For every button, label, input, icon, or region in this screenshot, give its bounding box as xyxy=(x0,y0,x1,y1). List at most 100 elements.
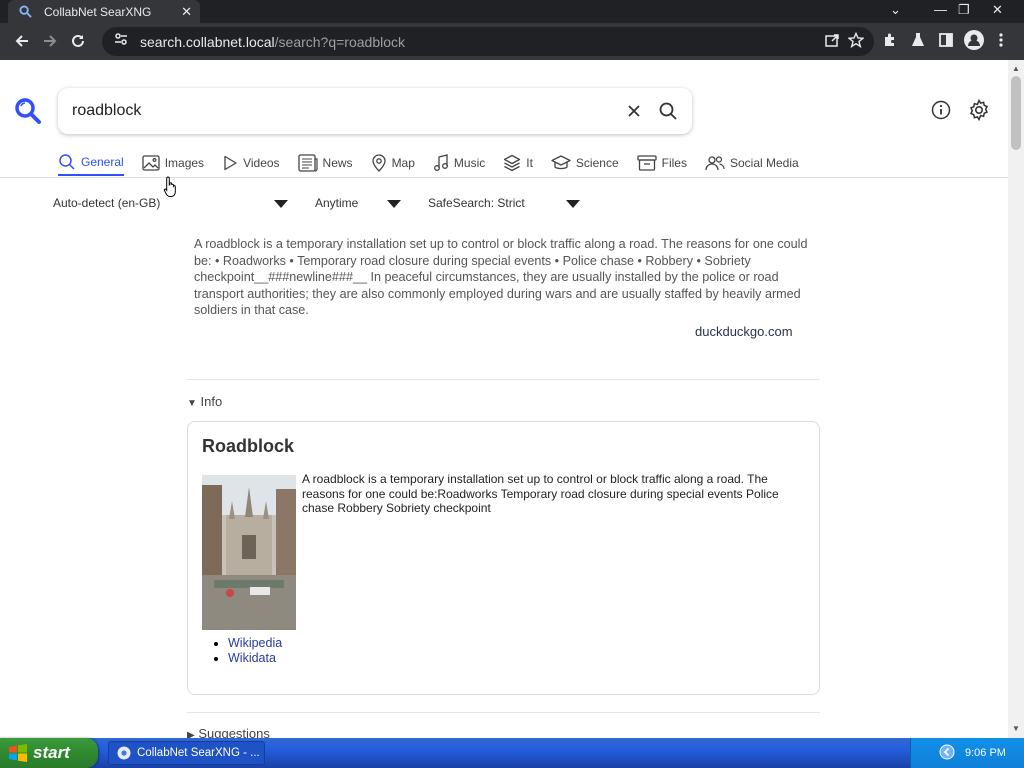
search-icon xyxy=(59,154,75,170)
side-panel-icon[interactable] xyxy=(938,32,954,53)
tab-music[interactable]: Music xyxy=(433,150,485,176)
reload-icon[interactable] xyxy=(68,31,88,51)
tab-science[interactable]: Science xyxy=(551,150,619,176)
tab-label: Videos xyxy=(243,156,280,170)
divider xyxy=(187,712,820,713)
about-info-icon[interactable] xyxy=(929,98,953,122)
infobox-title: Roadblock xyxy=(202,436,295,456)
tab-label: News xyxy=(322,156,353,170)
tab-it[interactable]: It xyxy=(503,150,533,176)
tab-label: Images xyxy=(164,156,205,170)
language-select[interactable]: Auto-detect (en-GB) xyxy=(53,196,160,210)
chrome-icon xyxy=(117,746,131,760)
browser-toolbar: search.collabnet.local/search?q=roadbloc… xyxy=(0,23,1024,60)
browser-menu-icon[interactable] xyxy=(998,32,1004,53)
tab-label: Social Media xyxy=(729,156,799,170)
category-divider xyxy=(0,177,1008,178)
tab-search-chevron-icon[interactable]: ⌄ xyxy=(890,2,901,18)
tab-videos[interactable]: Videos xyxy=(222,150,280,176)
windows-logo-icon xyxy=(9,744,27,762)
suggestions-toggle[interactable]: ▶ Suggestions xyxy=(187,726,270,738)
tab-label: It xyxy=(526,156,533,170)
info-toggle[interactable]: ▼ Info xyxy=(187,394,222,409)
tab-news[interactable]: News xyxy=(297,150,353,176)
browser-tab[interactable]: CollabNet SearXNG ✕ xyxy=(8,0,200,23)
tab-label: Map xyxy=(391,156,415,170)
bookmark-star-icon[interactable] xyxy=(847,31,865,53)
wikipedia-link[interactable]: Wikipedia xyxy=(228,636,282,650)
scrollbar-thumb[interactable] xyxy=(1011,76,1021,150)
profile-avatar-icon[interactable] xyxy=(964,30,984,55)
system-tray: 9:06 PM xyxy=(910,738,1024,768)
tab-files[interactable]: Files xyxy=(636,150,687,176)
tab-title: CollabNet SearXNG xyxy=(44,4,152,19)
people-icon xyxy=(705,156,725,171)
lab-flask-icon[interactable] xyxy=(910,32,926,53)
safesearch-select[interactable]: SafeSearch: Strict xyxy=(428,196,525,210)
answer-source-link[interactable]: duckduckgo.com xyxy=(695,324,793,339)
wikidata-link[interactable]: Wikidata xyxy=(228,651,276,665)
tab-social-media[interactable]: Social Media xyxy=(705,150,799,176)
language-dropdown-arrow-icon[interactable] xyxy=(274,200,288,208)
tab-general[interactable]: General xyxy=(58,150,124,176)
graduation-cap-icon xyxy=(551,155,571,170)
browser-titlebar: CollabNet SearXNG ✕ ⌄ — ❐ ✕ xyxy=(0,0,1024,23)
page-scrollbar[interactable]: ▲ ▼ xyxy=(1008,60,1024,738)
list-item: Wikipedia xyxy=(228,636,282,651)
share-icon[interactable] xyxy=(824,32,840,53)
tab-label: Files xyxy=(661,156,687,170)
divider xyxy=(187,379,820,380)
taskbar-item-browser[interactable]: CollabNet SearXNG - ... xyxy=(108,741,265,765)
tab-images[interactable]: Images xyxy=(142,150,204,176)
tab-label: General xyxy=(81,155,124,169)
settings-gear-icon[interactable] xyxy=(967,98,991,122)
archive-icon xyxy=(636,155,657,171)
tab-close-icon[interactable]: ✕ xyxy=(181,4,192,20)
page-content: General Images Videos News Map Music It xyxy=(0,60,1008,738)
site-info-icon[interactable] xyxy=(114,32,128,51)
clear-search-icon[interactable] xyxy=(623,100,645,122)
info-toggle-label: Info xyxy=(200,394,223,409)
restore-icon[interactable]: ❐ xyxy=(958,2,970,18)
time-dropdown-arrow-icon[interactable] xyxy=(387,200,401,208)
address-bar[interactable]: search.collabnet.local/search?q=roadbloc… xyxy=(102,27,874,56)
play-icon xyxy=(224,155,237,171)
tray-arrow-icon[interactable] xyxy=(939,744,955,763)
clock: 9:06 PM xyxy=(965,747,1006,759)
searxng-favicon-icon xyxy=(18,5,32,19)
infobox-image xyxy=(202,475,296,630)
extensions-icon[interactable] xyxy=(882,32,898,53)
triangle-down-icon: ▼ xyxy=(187,398,197,409)
safesearch-dropdown-arrow-icon[interactable] xyxy=(566,200,580,208)
time-range-select[interactable]: Anytime xyxy=(315,196,358,210)
newspaper-icon xyxy=(297,154,318,172)
start-label: start xyxy=(33,743,70,762)
scroll-up-arrow-icon[interactable]: ▲ xyxy=(1012,64,1020,73)
category-tabs: General Images Videos News Map Music It xyxy=(58,150,817,178)
taskbar-item-label: CollabNet SearXNG - ... xyxy=(137,747,260,759)
infobox-links: Wikipedia Wikidata xyxy=(228,636,282,666)
triangle-right-icon: ▶ xyxy=(187,730,195,738)
search-submit-icon[interactable] xyxy=(657,100,679,122)
map-pin-icon xyxy=(371,154,386,172)
tab-map[interactable]: Map xyxy=(371,150,415,176)
url-text: search.collabnet.local/search?q=roadbloc… xyxy=(140,34,405,50)
start-button[interactable]: start xyxy=(0,738,98,768)
url-path: /search?q=roadblock xyxy=(274,33,406,50)
image-icon xyxy=(142,155,160,171)
search-input[interactable] xyxy=(72,102,612,120)
tab-label: Music xyxy=(453,156,486,170)
searxng-logo-icon[interactable] xyxy=(14,97,42,130)
taskbar: start CollabNet SearXNG - ... 9:06 PM xyxy=(0,738,1024,768)
close-window-icon[interactable]: ✕ xyxy=(992,2,1003,18)
tab-label: Science xyxy=(575,156,619,170)
scroll-down-arrow-icon[interactable]: ▼ xyxy=(1012,724,1020,733)
infobox-text: A roadblock is a temporary installation … xyxy=(302,472,779,515)
suggestions-toggle-label: Suggestions xyxy=(198,726,270,738)
minimize-icon[interactable]: — xyxy=(934,2,947,17)
back-icon[interactable] xyxy=(12,31,32,51)
url-host: search.collabnet.local xyxy=(140,33,275,50)
forward-icon[interactable] xyxy=(40,31,60,51)
list-item: Wikidata xyxy=(228,651,282,666)
answer-text: A roadblock is a temporary installation … xyxy=(194,237,808,317)
